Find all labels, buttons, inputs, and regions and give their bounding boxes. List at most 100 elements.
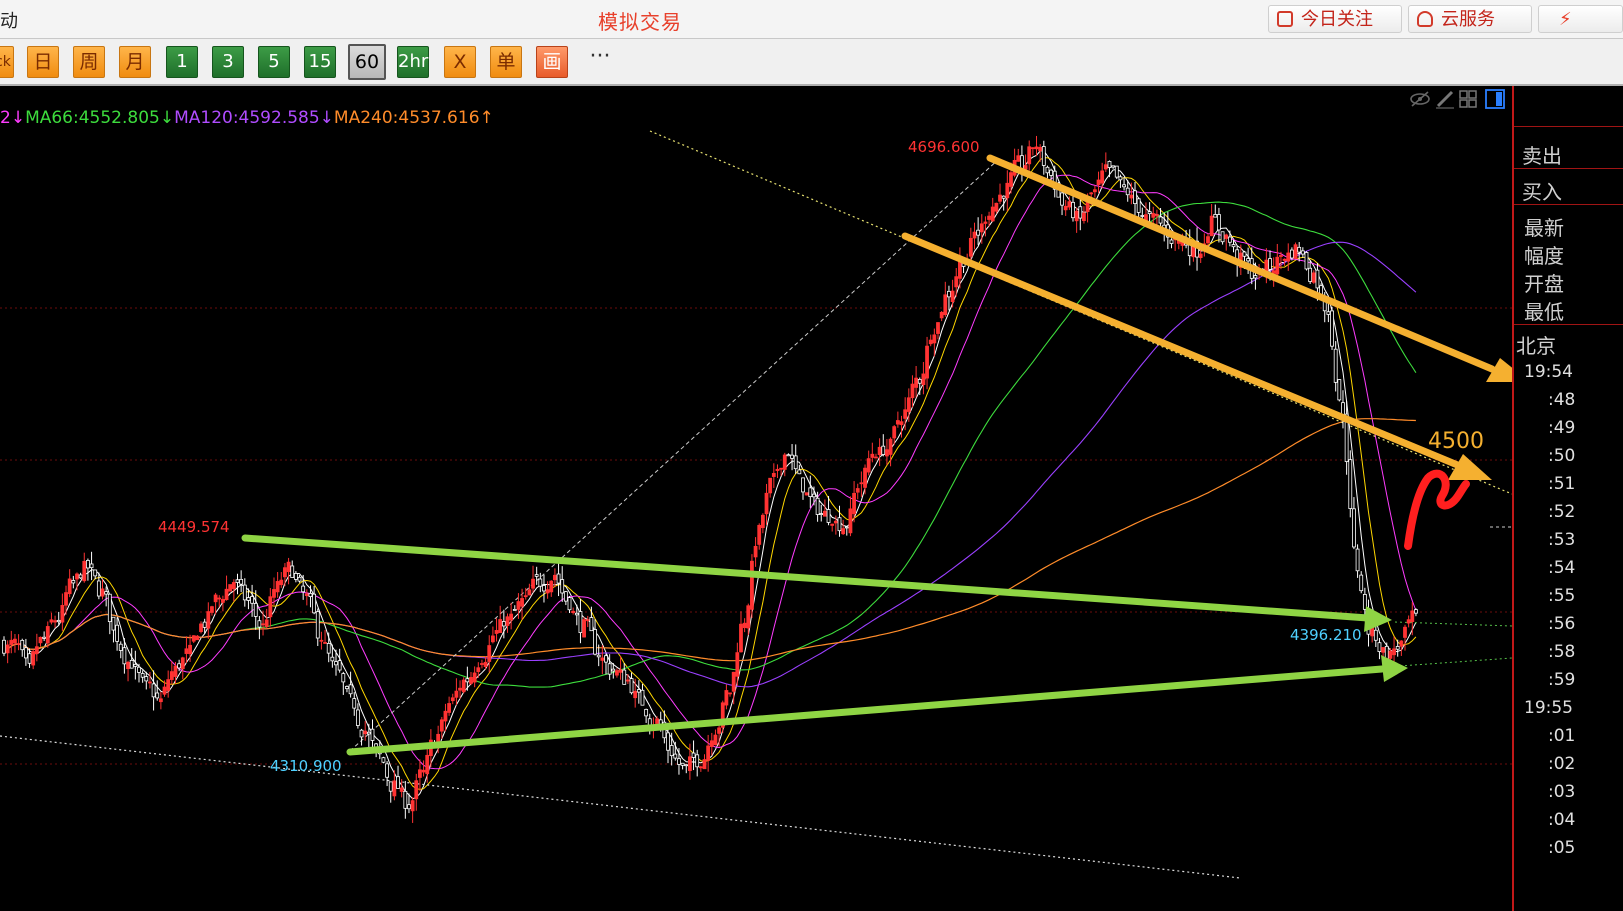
period-60min-button[interactable]: 60 (348, 44, 386, 80)
candle-body (319, 639, 324, 642)
candle-body (20, 639, 25, 651)
candle-body (16, 643, 21, 645)
candle-body (899, 421, 904, 426)
candle-body (1030, 147, 1035, 150)
simulated-trading-title[interactable]: 模拟交易 (598, 6, 682, 35)
candle-body (560, 579, 565, 594)
candlestick-chart[interactable]: 4696.600 4449.574 4310.900 4396.210 4500 (0, 86, 1512, 911)
period-toolbar: ck 日 周 月 1 3 5 15 60 2hr X 单 画 ··· (0, 39, 1623, 85)
order-button[interactable]: 单 (490, 46, 522, 78)
candle-body (359, 729, 364, 738)
period-5min-button[interactable]: 5 (258, 46, 290, 78)
period-2hr-button[interactable]: 2hr (397, 46, 429, 78)
ma-legend-truncated: 2↓ (0, 108, 26, 128)
tick-time: :59 (1548, 670, 1576, 690)
candle-body (75, 573, 79, 580)
candle-body (1027, 146, 1032, 165)
candle-body (228, 584, 233, 592)
candle-body (895, 420, 900, 425)
candle-body (148, 681, 152, 684)
candle-body (381, 757, 386, 763)
candle-body (684, 764, 689, 767)
candle-body (801, 477, 805, 493)
candle-body (42, 636, 47, 639)
pencil-icon[interactable] (1436, 90, 1454, 109)
candle-body (556, 573, 561, 584)
candle-body (177, 663, 182, 669)
candle-body (709, 740, 714, 747)
candle-body (191, 635, 196, 642)
candle-body (1103, 164, 1108, 170)
period-1min-button[interactable]: 1 (166, 46, 198, 78)
candle-body (392, 780, 397, 797)
period-3min-button[interactable]: 3 (212, 46, 244, 78)
candle-body (363, 730, 368, 735)
cloud-service-button[interactable]: 云服务 (1408, 5, 1532, 33)
candle-body (1009, 172, 1013, 187)
candle-body (107, 593, 112, 623)
truncated-toolbar-button[interactable]: ck (0, 46, 14, 78)
candle-body (221, 599, 225, 603)
candle-body (297, 576, 302, 582)
candle-body (936, 322, 940, 334)
candle-body (1300, 250, 1305, 255)
candle-body (483, 661, 488, 667)
candle-body (239, 578, 244, 585)
candle-body (126, 661, 130, 670)
descending-support-arrow (241, 534, 1372, 622)
hide-eye-icon[interactable] (1410, 91, 1430, 107)
candle-body (217, 597, 222, 600)
crosshair-toggle-button[interactable]: X (444, 46, 476, 78)
candle-body (972, 231, 977, 239)
panel-separator (1514, 168, 1623, 169)
candle-body (1275, 256, 1280, 275)
grid-layout-icon[interactable] (1459, 90, 1477, 108)
candle-body (118, 643, 123, 651)
tick-time: :03 (1548, 782, 1576, 802)
candle-body (323, 642, 327, 644)
candle-body (1089, 192, 1094, 195)
candle-body (250, 596, 254, 604)
candle-body (38, 636, 43, 644)
candle-body (698, 766, 703, 769)
candle-body (753, 545, 758, 558)
candle-body (1074, 210, 1079, 222)
candle-body (1111, 165, 1116, 168)
truncated-top-button[interactable]: ⚡ (1538, 5, 1623, 33)
candle-body (421, 769, 426, 773)
ma-line (3, 418, 1416, 662)
forecast-scribble (1404, 469, 1470, 550)
candle-body (330, 656, 335, 662)
candle-body (706, 745, 711, 761)
today-focus-label: 今日关注 (1301, 9, 1373, 30)
candle-body (994, 202, 999, 212)
candle-body (476, 667, 481, 672)
candle-body (1348, 459, 1353, 509)
candle-body (89, 563, 94, 569)
candle-body (1078, 206, 1083, 219)
candle-body (943, 294, 948, 316)
candle-body (439, 719, 444, 732)
candle-body (403, 790, 408, 809)
candle-body (450, 697, 455, 702)
period-15min-button[interactable]: 15 (304, 46, 336, 78)
more-tools-button[interactable]: ··· (580, 46, 620, 78)
candle-body (968, 237, 973, 257)
period-month-button[interactable]: 月 (119, 46, 151, 78)
candle-body (366, 731, 371, 735)
period-week-button[interactable]: 周 (73, 46, 105, 78)
today-focus-button[interactable]: 今日关注 (1268, 5, 1402, 33)
candle-body (790, 454, 794, 459)
period-day-button[interactable]: 日 (27, 46, 59, 78)
tick-time: :56 (1548, 614, 1576, 634)
tick-time: :53 (1548, 530, 1576, 550)
candle-body (553, 574, 557, 581)
candle-body (345, 686, 349, 690)
panel-toggle-icon[interactable] (1485, 89, 1505, 109)
candle-body (691, 752, 696, 758)
candle-body (104, 591, 109, 595)
candle-body (793, 455, 798, 470)
candle-body (242, 584, 247, 601)
draw-tool-button[interactable]: 画 (536, 46, 568, 78)
candle-body (1016, 155, 1021, 162)
